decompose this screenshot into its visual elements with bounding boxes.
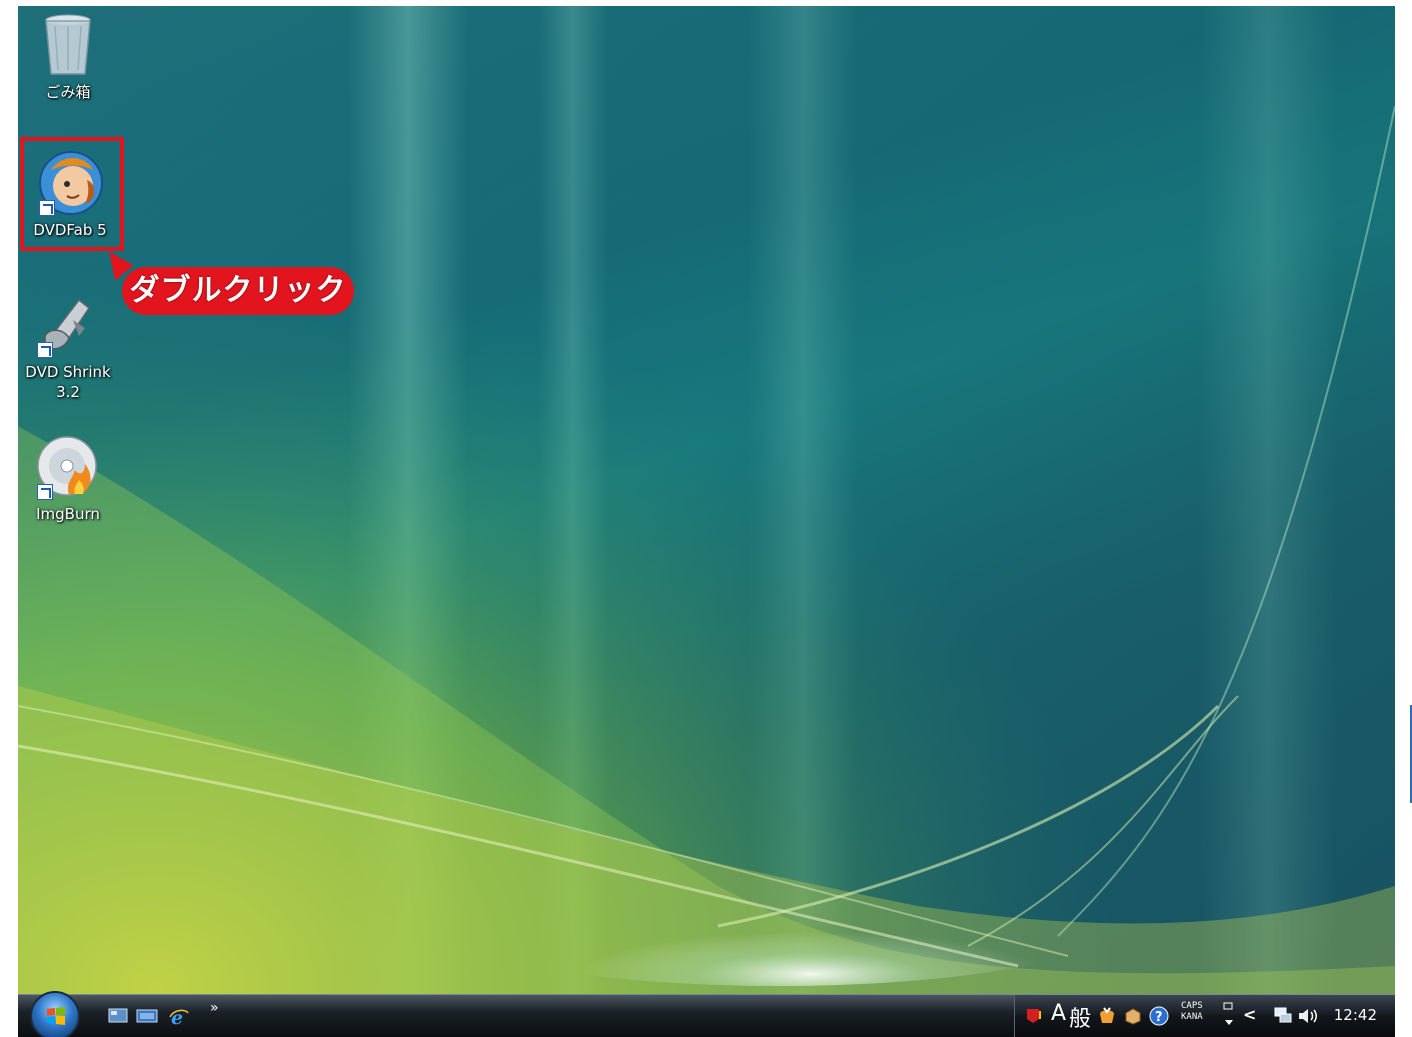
wallpaper bbox=[18, 6, 1395, 1037]
desktop-icon-imgburn[interactable]: ImgBurn bbox=[18, 434, 118, 524]
annotation-callout: ダブルクリック bbox=[122, 267, 354, 315]
taskbar: e » A 般 ? CAPS KANA < 12:42 bbox=[18, 991, 1395, 1037]
ime-kanji-mode[interactable]: 般 bbox=[1069, 1001, 1091, 1033]
notification-area: A 般 ? CAPS KANA < 12:42 bbox=[1014, 995, 1395, 1037]
security-alert-icon[interactable] bbox=[1025, 1007, 1043, 1029]
start-button[interactable] bbox=[30, 991, 80, 1037]
desktop-icon-label-line2: 3.2 bbox=[56, 383, 80, 401]
imgburn-icon bbox=[35, 434, 101, 500]
ime-options-icon[interactable] bbox=[1223, 1002, 1235, 1032]
clock[interactable]: 12:42 bbox=[1334, 1006, 1377, 1024]
svg-text:?: ? bbox=[1155, 1010, 1163, 1025]
internet-explorer-icon[interactable]: e bbox=[168, 1007, 189, 1029]
quick-launch-more[interactable]: » bbox=[210, 1000, 219, 1016]
ime-input-mode[interactable]: A bbox=[1051, 1001, 1066, 1026]
recycle-bin-icon bbox=[35, 12, 101, 78]
desktop: ごみ箱 DVDFab 5 DVD Shrink 3.2 ImgBurn e » … bbox=[18, 6, 1395, 1037]
caps-label: CAPS bbox=[1181, 1001, 1203, 1011]
show-desktop-icon[interactable] bbox=[108, 1007, 128, 1025]
desktop-icon-dvd-shrink[interactable]: DVD Shrink 3.2 bbox=[18, 292, 118, 402]
ime-toolbar-icon[interactable] bbox=[1097, 1006, 1117, 1030]
shortcut-arrow-icon bbox=[37, 342, 53, 358]
dvd-shrink-icon bbox=[35, 292, 101, 358]
ime-pad-icon[interactable] bbox=[1123, 1006, 1143, 1030]
kana-label: KANA bbox=[1181, 1012, 1203, 1022]
windows-logo-icon bbox=[47, 1007, 65, 1025]
desktop-icon-label-line1: DVD Shrink bbox=[25, 363, 111, 381]
annotation-highlight-box bbox=[20, 137, 124, 251]
caps-indicator: CAPS KANA bbox=[1181, 1001, 1203, 1023]
volume-icon[interactable] bbox=[1297, 1006, 1319, 1030]
help-icon[interactable]: ? bbox=[1149, 1006, 1169, 1030]
show-hidden-icons[interactable]: < bbox=[1243, 1005, 1256, 1024]
desktop-icon-label: ImgBurn bbox=[36, 505, 100, 523]
desktop-icon-recycle-bin[interactable]: ごみ箱 bbox=[18, 12, 118, 102]
switch-windows-icon[interactable] bbox=[136, 1007, 158, 1025]
network-icon[interactable] bbox=[1273, 1006, 1293, 1030]
shortcut-arrow-icon bbox=[37, 484, 53, 500]
desktop-icon-label: ごみ箱 bbox=[45, 83, 91, 101]
